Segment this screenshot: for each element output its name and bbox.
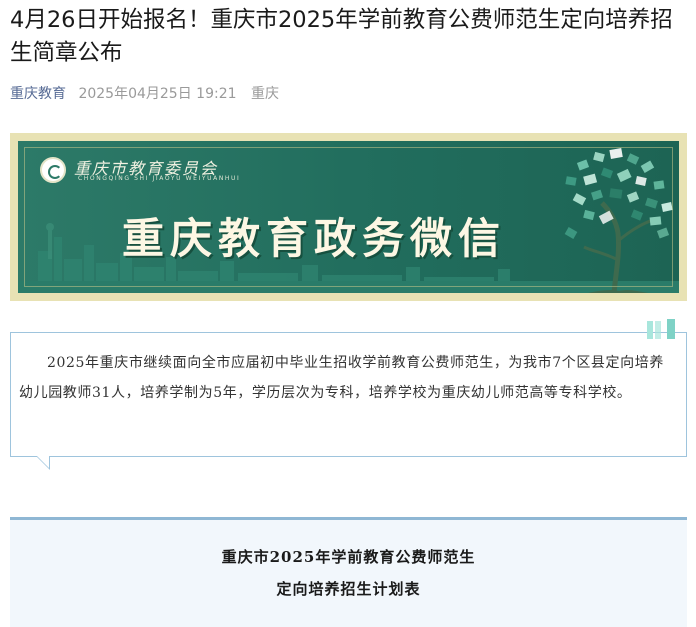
article-meta: 重庆教育 2025年04月25日 19:21 重庆 <box>10 83 279 103</box>
publish-date: 2025年04月25日 19:21 <box>78 86 237 102</box>
article-title: 4月26日开始报名！重庆市2025年学前教育公费师范生定向培养招生简章公布 <box>10 7 673 66</box>
speech-tail-inner <box>37 456 49 468</box>
decor-bar-icon <box>647 321 653 339</box>
education-logo-icon <box>40 157 66 183</box>
intro-box: 2025年重庆市继续面向全市应届初中毕业生招收学前教育公费师范生，为我市7个区县… <box>10 319 687 470</box>
decor-bar-icon <box>655 321 661 339</box>
banner-org-pinyin: CHONGQING SHI JIAOYU WEIYUANHUI <box>78 175 241 182</box>
plan-title-line2: 定向培养招生计划表 <box>276 580 421 598</box>
plan-title-line1: 重庆市2025年学前教育公费师范生 <box>221 548 476 566</box>
banner-headline: 重庆教育政务微信 <box>122 214 507 263</box>
author-link[interactable]: 重庆教育 <box>10 86 66 102</box>
banner-image: 重庆市教育委员会 CHONGQING SHI JIAOYU WEIYUANHUI… <box>10 133 687 301</box>
plan-table-header: 重庆市2025年学前教育公费师范生 定向培养招生计划表 <box>10 517 687 627</box>
intro-paragraph: 2025年重庆市继续面向全市应届初中毕业生招收学前教育公费师范生，为我市7个区县… <box>19 355 664 401</box>
publish-location: 重庆 <box>250 86 279 102</box>
decor-bar-icon <box>667 319 675 339</box>
